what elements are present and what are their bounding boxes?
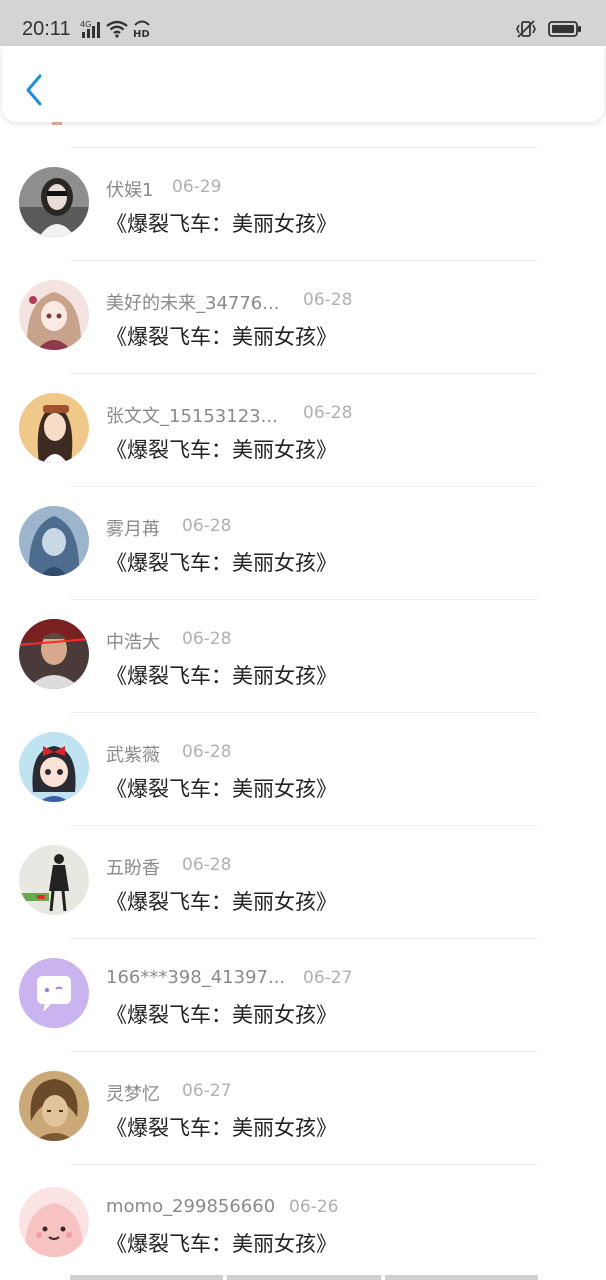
post-date: 06-27 <box>182 1081 232 1101</box>
pink-blob-avatar[interactable] <box>19 1187 89 1257</box>
divider <box>52 122 62 125</box>
status-bar: 20:11 4G HD <box>0 0 606 46</box>
user-name: momo_299856660 <box>106 1196 276 1217</box>
network-label: 4G <box>80 20 91 29</box>
bottom-bar-segment <box>70 1275 224 1280</box>
list-item[interactable]: 伏娱1 06-29 《爆裂飞车：美丽女孩》 <box>0 148 606 261</box>
illustrated-girl-avatar[interactable] <box>19 393 89 463</box>
list-item[interactable]: 中浩大 06-28 《爆裂飞车：美丽女孩》 <box>0 600 606 713</box>
chevron-left-icon <box>20 74 48 112</box>
user-name: 伏娱1 <box>106 180 154 201</box>
hd-icon: HD <box>132 18 152 42</box>
item-title: 《爆裂飞车：美丽女孩》 <box>106 1232 337 1256</box>
list-item[interactable]: 张文文_15153123... 06-28 《爆裂飞车：美丽女孩》 <box>0 374 606 487</box>
signal-icon: 4G <box>80 20 102 42</box>
item-title: 《爆裂飞车：美丽女孩》 <box>106 890 337 914</box>
post-date: 06-28 <box>303 290 353 310</box>
user-name: 雾月苒 <box>106 519 160 540</box>
back-button[interactable] <box>20 72 48 108</box>
battery-icon <box>548 20 582 42</box>
status-icons-left: 4G HD <box>80 20 152 42</box>
user-name: 166***398_41397... <box>106 967 286 988</box>
status-icons-right <box>514 20 582 42</box>
list-item[interactable]: 166***398_41397... 06-27 《爆裂飞车：美丽女孩》 <box>0 939 606 1052</box>
list-item[interactable]: 武紫薇 06-28 《爆裂飞车：美丽女孩》 <box>0 713 606 826</box>
post-date: 06-28 <box>182 855 232 875</box>
man-photo-avatar[interactable] <box>19 619 89 689</box>
item-title: 《爆裂飞车：美丽女孩》 <box>106 777 337 801</box>
item-title: 《爆裂飞车：美丽女孩》 <box>106 1116 337 1140</box>
item-title: 《爆裂飞车：美丽女孩》 <box>106 1003 337 1027</box>
item-title: 《爆裂飞车：美丽女孩》 <box>106 325 337 349</box>
anime-girl-avatar[interactable] <box>19 280 89 350</box>
bottom-bar-edge <box>70 1275 538 1280</box>
list-item[interactable]: momo_299856660 06-26 《爆裂飞车：美丽女孩》 <box>0 1165 606 1278</box>
post-date: 06-28 <box>303 403 353 423</box>
post-date: 06-28 <box>182 742 232 762</box>
figure-sketch-avatar[interactable] <box>19 845 89 915</box>
list-item[interactable]: 美好的未来_34776... 06-28 《爆裂飞车：美丽女孩》 <box>0 261 606 374</box>
list-item[interactable]: 五盼香 06-28 《爆裂飞车：美丽女孩》 <box>0 826 606 939</box>
item-title: 《爆裂飞车：美丽女孩》 <box>106 438 337 462</box>
post-date: 06-26 <box>289 1197 339 1217</box>
item-title: 《爆裂飞车：美丽女孩》 <box>106 212 337 236</box>
blue-anime-avatar[interactable] <box>19 506 89 576</box>
wifi-icon <box>106 20 128 42</box>
status-time: 20:11 <box>22 18 71 40</box>
post-date: 06-27 <box>303 968 353 988</box>
vibrate-icon <box>514 19 538 43</box>
photo-girl-avatar[interactable] <box>19 167 89 237</box>
list-item[interactable]: 雾月苒 06-28 《爆裂飞车：美丽女孩》 <box>0 487 606 600</box>
cartoon-girl-avatar[interactable] <box>19 732 89 802</box>
post-date: 06-28 <box>182 629 232 649</box>
sketch-portrait-avatar[interactable] <box>19 1071 89 1141</box>
list-item[interactable]: 灵梦忆 06-27 《爆裂飞车：美丽女孩》 <box>0 1052 606 1165</box>
item-title: 《爆裂飞车：美丽女孩》 <box>106 664 337 688</box>
post-date: 06-28 <box>182 516 232 536</box>
bottom-bar-segment <box>227 1275 381 1280</box>
post-date: 06-29 <box>172 177 222 197</box>
bottom-bar-segment <box>384 1275 538 1280</box>
user-name: 灵梦忆 <box>106 1084 160 1105</box>
hd-label: HD <box>133 29 150 38</box>
user-name: 张文文_15153123... <box>106 406 278 427</box>
header-bar <box>2 46 604 122</box>
user-name: 武紫薇 <box>106 745 160 766</box>
item-title: 《爆裂飞车：美丽女孩》 <box>106 551 337 575</box>
chat-bubble-avatar[interactable] <box>19 958 89 1028</box>
user-name: 中浩大 <box>106 632 160 653</box>
user-name: 美好的未来_34776... <box>106 293 280 314</box>
user-name: 五盼香 <box>106 858 160 879</box>
